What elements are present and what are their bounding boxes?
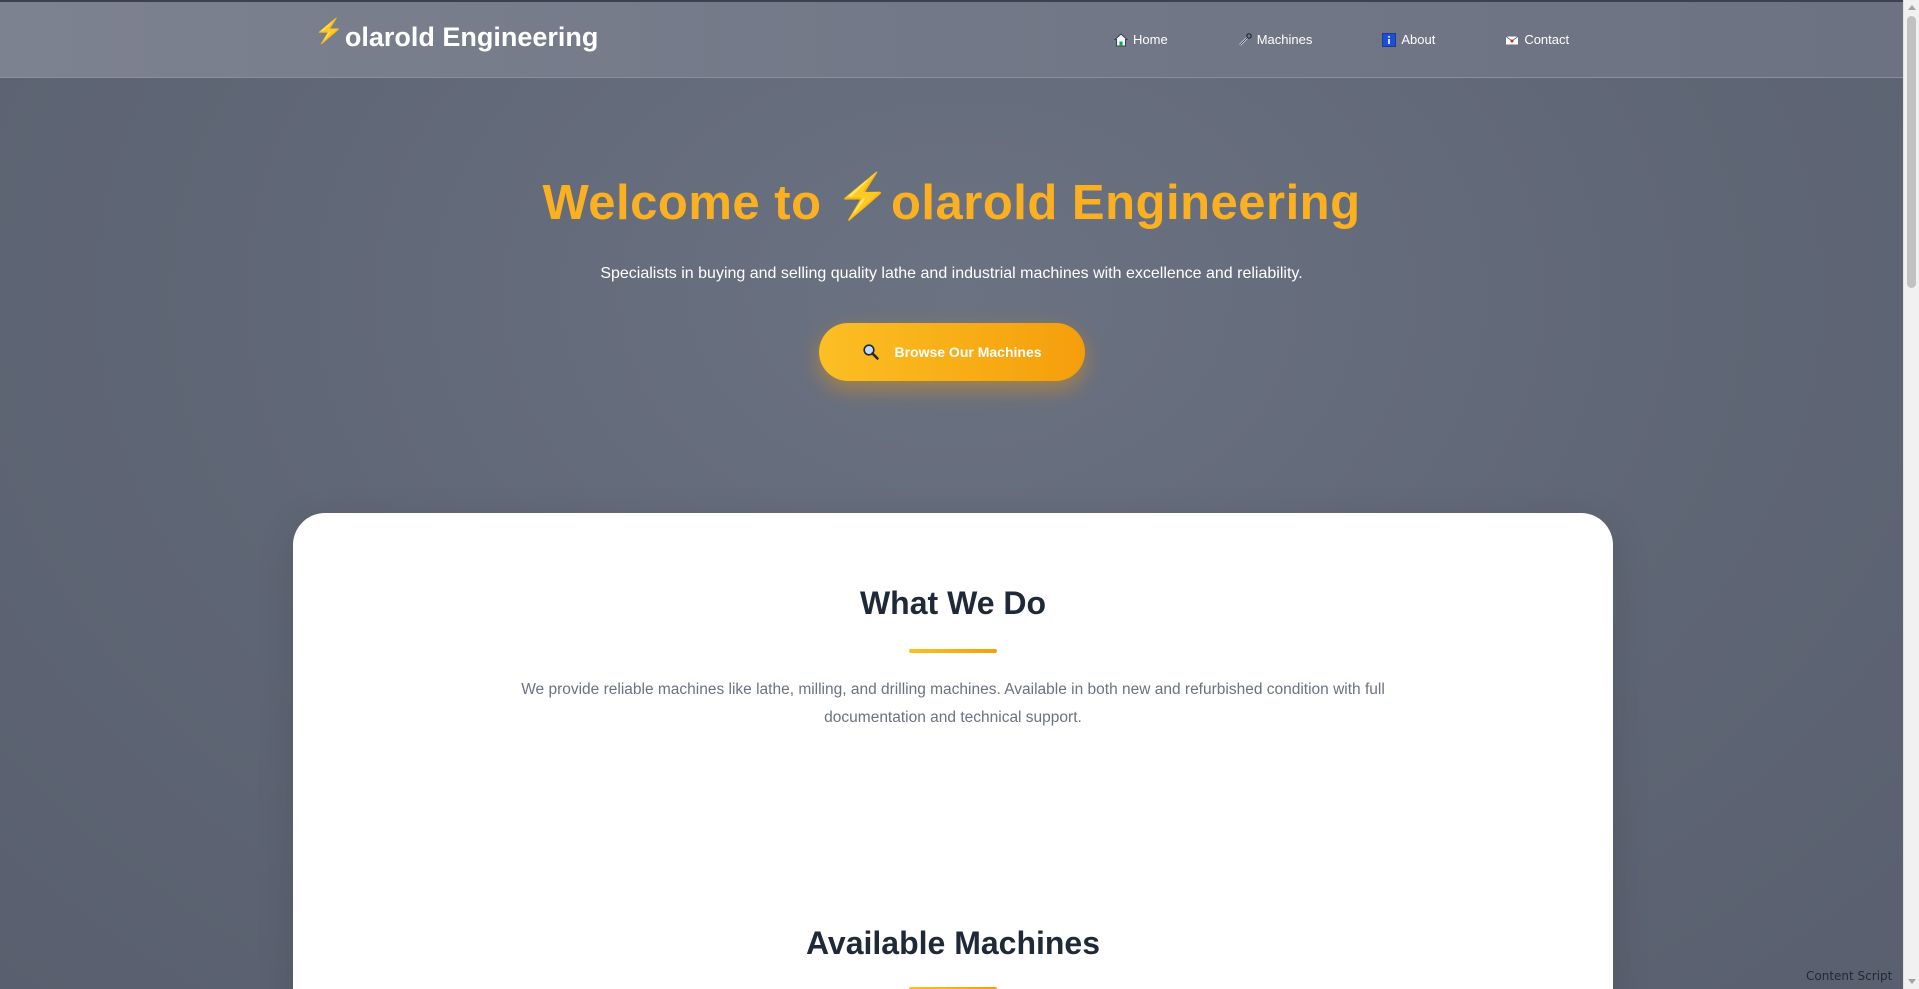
nav-links: Home Machines About Contact xyxy=(1113,32,1569,47)
what-we-do-title: What We Do xyxy=(859,585,1047,621)
page-scrollbar[interactable] xyxy=(1903,0,1919,989)
hero-title-prefix: Welcome to xyxy=(542,176,836,230)
lightning-icon: ⚡ xyxy=(314,18,344,45)
nav-item-home[interactable]: Home xyxy=(1113,32,1168,47)
nav-item-label: Machines xyxy=(1256,32,1313,47)
home-icon xyxy=(1113,32,1129,47)
nav-item-label: About xyxy=(1401,32,1436,47)
envelope-icon xyxy=(1505,33,1520,47)
hero-subtitle: Specialists in buying and selling qualit… xyxy=(600,265,1303,282)
scroll-down-icon[interactable] xyxy=(1908,979,1916,984)
nav-item-about[interactable]: About xyxy=(1382,32,1435,47)
wrench-icon xyxy=(1238,32,1252,47)
nav-item-label: Home xyxy=(1133,32,1168,47)
content-card: What We Do We provide reliable machines … xyxy=(293,513,1613,989)
info-icon xyxy=(1382,32,1397,47)
hero-title-suffix: olarold Engineering xyxy=(890,176,1361,230)
magnifier-icon xyxy=(862,343,880,361)
brand-name: olarold Engineering xyxy=(344,22,599,52)
browse-machines-label: Browse Our Machines xyxy=(894,344,1042,360)
available-machines-title: Available Machines xyxy=(805,925,1101,961)
nav-item-contact[interactable]: Contact xyxy=(1505,32,1569,47)
nav-item-machines[interactable]: Machines xyxy=(1238,32,1313,47)
top-navbar: ⚡ olarold Engineering Home Machines Abou… xyxy=(0,0,1903,78)
browse-machines-button[interactable]: Browse Our Machines xyxy=(819,323,1085,381)
nav-item-label: Contact xyxy=(1524,32,1570,47)
what-we-do-text: We provide reliable machines like lathe,… xyxy=(521,681,1385,726)
section-divider xyxy=(909,649,997,653)
page: ⚡ olarold Engineering Home Machines Abou… xyxy=(0,0,1919,989)
content-script-label: Content Script xyxy=(1806,969,1893,983)
scrollbar-thumb[interactable] xyxy=(1907,16,1916,288)
lightning-icon: ⚡ xyxy=(835,172,891,221)
brand-logo[interactable]: ⚡ olarold Engineering xyxy=(314,18,599,53)
scroll-up-icon[interactable] xyxy=(1908,5,1916,10)
hero-title: Welcome to ⚡olarold Engineering xyxy=(0,172,1903,231)
